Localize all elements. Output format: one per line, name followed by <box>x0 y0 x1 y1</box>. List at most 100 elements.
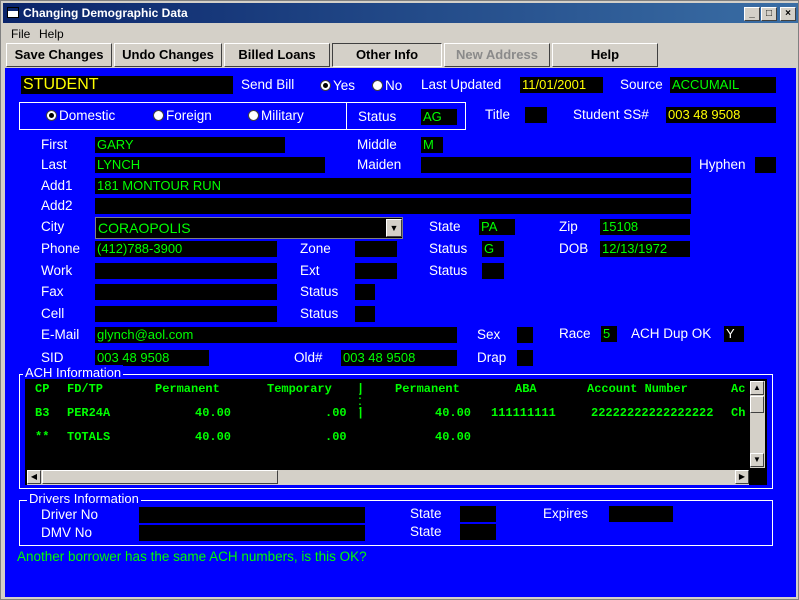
state-label: State <box>429 219 461 234</box>
application-window: Changing Demographic Data _ □ × File Hel… <box>0 0 799 600</box>
cell-field[interactable] <box>95 306 277 322</box>
save-changes-button[interactable]: Save Changes <box>6 43 112 67</box>
work-status-field[interactable] <box>482 263 504 279</box>
source-field[interactable]: ACCUMAIL <box>670 77 776 93</box>
minimize-button[interactable]: _ <box>744 7 760 21</box>
military-label[interactable]: Military <box>261 108 304 123</box>
ach-header-permanent2: Permanent <box>395 382 460 396</box>
billed-loans-button[interactable]: Billed Loans <box>224 43 330 67</box>
student-ssn-field[interactable]: 003 48 9508 <box>666 107 776 123</box>
cell-status-field[interactable] <box>355 306 375 322</box>
menu-file[interactable]: File <box>11 27 30 41</box>
dmv-no-field[interactable] <box>139 525 365 541</box>
zip-field[interactable]: 15108 <box>600 219 690 235</box>
student-ssn-label: Student SS# <box>573 107 649 122</box>
send-bill-yes-radio[interactable] <box>320 80 331 91</box>
old-number-field[interactable]: 003 48 9508 <box>341 350 457 366</box>
ach-header-row: CP FD/TP Permanent Temporary | Permanent… <box>25 382 767 398</box>
zip-label: Zip <box>559 219 578 234</box>
scroll-right-icon[interactable]: ▶ <box>735 470 749 484</box>
ach-cell-temporary: .00 <box>325 406 347 420</box>
race-field[interactable]: 5 <box>601 326 617 342</box>
ach-total-permanent: 40.00 <box>195 430 232 444</box>
drap-field[interactable] <box>517 350 533 366</box>
work-phone-field[interactable] <box>95 263 277 279</box>
ach-cell-separator: | <box>357 406 365 420</box>
dob-field[interactable]: 12/13/1972 <box>600 241 690 257</box>
dmv-state-field[interactable] <box>460 524 496 540</box>
title-bar[interactable]: Changing Demographic Data _ □ × <box>3 3 798 23</box>
ach-header-aba: ABA <box>515 382 537 396</box>
cell-label: Cell <box>41 306 65 321</box>
sex-field[interactable] <box>517 327 533 343</box>
address1-field[interactable]: 181 MONTOUR RUN <box>95 178 691 194</box>
maiden-name-field[interactable] <box>421 157 691 173</box>
middle-name-field[interactable]: M <box>421 137 443 153</box>
phone-field[interactable]: (412)788-3900 <box>95 241 277 257</box>
email-label: E-Mail <box>41 327 80 342</box>
chevron-down-icon[interactable]: ▼ <box>386 219 402 237</box>
dob-label: DOB <box>559 241 589 256</box>
ach-header-account: Account Number <box>587 382 688 396</box>
old-number-label: Old# <box>294 350 323 365</box>
last-updated-field[interactable]: 11/01/2001 <box>520 77 603 93</box>
scroll-thumb[interactable] <box>750 396 764 413</box>
ach-horizontal-scrollbar[interactable]: ◀ ▶ <box>27 470 749 485</box>
phone-status-field[interactable]: G <box>482 241 504 257</box>
maiden-name-label: Maiden <box>357 157 402 172</box>
title-field[interactable] <box>525 107 547 123</box>
work-status-label: Status <box>429 263 468 278</box>
table-row[interactable]: B3 PER24A 40.00 .00 | 40.00 111111111 22… <box>25 406 767 422</box>
last-name-field[interactable]: LYNCH <box>95 157 325 173</box>
scroll-up-icon[interactable]: ▲ <box>750 381 764 395</box>
expires-field[interactable] <box>609 506 673 522</box>
dmv-no-label: DMV No <box>41 525 93 540</box>
scroll-thumb-horizontal[interactable] <box>42 470 278 484</box>
military-radio[interactable] <box>248 110 259 121</box>
send-bill-no-radio[interactable] <box>372 80 383 91</box>
middle-name-label: Middle <box>357 137 397 152</box>
foreign-label[interactable]: Foreign <box>166 108 212 123</box>
foreign-radio[interactable] <box>153 110 164 121</box>
undo-changes-button[interactable]: Undo Changes <box>114 43 222 67</box>
ext-field[interactable] <box>355 263 397 279</box>
send-bill-label: Send Bill <box>241 77 295 92</box>
driver-no-label: Driver No <box>41 507 99 522</box>
zone-field[interactable] <box>355 241 397 257</box>
domestic-radio[interactable] <box>46 110 57 121</box>
ach-total-label: TOTALS <box>67 430 111 444</box>
menu-help[interactable]: Help <box>39 27 64 41</box>
hyphen-field[interactable] <box>755 157 776 173</box>
other-info-button[interactable]: Other Info <box>332 43 442 67</box>
city-combobox[interactable]: CORAOPOLIS <box>95 217 403 239</box>
fax-field[interactable] <box>95 284 277 300</box>
ach-cell-permanent: 40.00 <box>195 406 232 420</box>
ach-header-cp: CP <box>35 382 50 396</box>
phone-status-label: Status <box>429 241 468 256</box>
table-row[interactable]: ** TOTALS 40.00 .00 40.00 <box>25 430 767 446</box>
address2-field[interactable] <box>95 198 691 214</box>
ach-dup-field[interactable]: Y <box>724 326 744 342</box>
domestic-label[interactable]: Domestic <box>59 108 115 123</box>
record-type-field[interactable]: STUDENT <box>21 76 233 94</box>
scroll-left-icon[interactable]: ◀ <box>27 470 41 484</box>
ach-header-fdtp: FD/TP <box>67 382 104 396</box>
last-updated-label: Last Updated <box>421 77 502 92</box>
ach-vertical-scrollbar[interactable]: ▲ ▼ <box>750 381 765 468</box>
send-bill-no-label[interactable]: No <box>385 78 402 93</box>
help-button[interactable]: Help <box>552 43 658 67</box>
fax-status-field[interactable] <box>355 284 375 300</box>
sid-field[interactable]: 003 48 9508 <box>95 350 209 366</box>
first-name-field[interactable]: GARY <box>95 137 285 153</box>
send-bill-yes-label[interactable]: Yes <box>333 78 355 93</box>
driver-state-field[interactable] <box>460 506 496 522</box>
state-field[interactable]: PA <box>479 219 515 235</box>
scroll-down-icon[interactable]: ▼ <box>750 453 764 467</box>
address-status-field[interactable]: AG <box>421 109 457 125</box>
driver-no-field[interactable] <box>139 507 365 523</box>
dmv-state-label: State <box>410 524 442 539</box>
form-canvas: STUDENT Send Bill Yes No Last Updated 11… <box>5 68 796 597</box>
close-button[interactable]: × <box>780 7 796 21</box>
maximize-button[interactable]: □ <box>761 7 777 21</box>
email-field[interactable]: glynch@aol.com <box>95 327 457 343</box>
